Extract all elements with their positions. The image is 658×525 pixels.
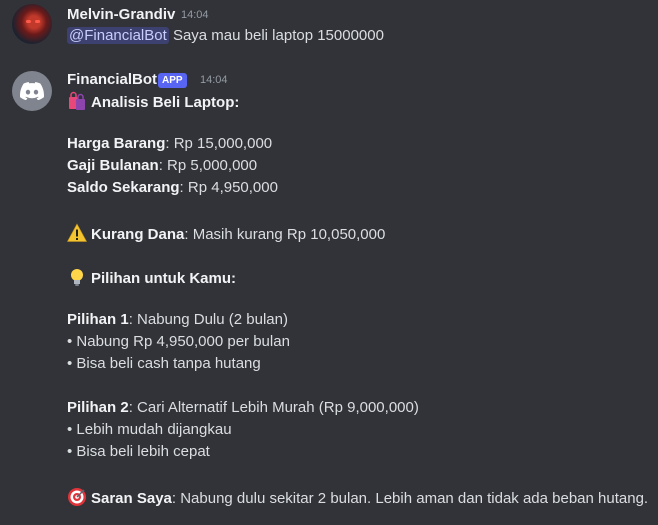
bot-message-timestamp: 14:04: [200, 74, 228, 86]
user-author-name[interactable]: Melvin-Grandiv: [67, 6, 175, 23]
light-bulb-icon: [71, 269, 83, 286]
pilihan-1-line: Pilihan 1: Nabung Dulu (2 bulan): [67, 311, 288, 328]
user-avatar[interactable]: [12, 4, 52, 44]
warning-icon: [67, 223, 87, 242]
gaji-line: Gaji Bulanan: Rp 5,000,000: [67, 157, 258, 174]
user-message-timestamp: 14:04: [181, 9, 209, 21]
analysis-title: Analisis Beli Laptop:: [67, 91, 239, 111]
harga-line: Harga Barang: Rp 15,000,000: [67, 135, 273, 152]
list-item: • Nabung Rp 4,950,000 per bulan: [67, 333, 290, 350]
list-item: • Lebih mudah dijangkau: [67, 421, 232, 438]
discord-logo-icon: [20, 82, 44, 100]
list-item: • Bisa beli lebih cepat: [67, 443, 210, 460]
bot-avatar[interactable]: [12, 71, 52, 111]
saran-line: Saran Saya: Nabung dulu sekitar 2 bulan.…: [67, 487, 648, 507]
target-icon: [68, 488, 86, 506]
pilihan-2-line: Pilihan 2: Cari Alternatif Lebih Murah (…: [67, 399, 419, 416]
kurang-dana-line: Kurang Dana: Masih kurang Rp 10,050,000: [67, 223, 385, 243]
bot-author-name[interactable]: FinancialBot: [67, 71, 157, 88]
app-badge: APP: [158, 73, 187, 88]
user-message-text: @FinancialBot Saya mau beli laptop 15000…: [67, 27, 384, 44]
saldo-line: Saldo Sekarang: Rp 4,950,000: [67, 179, 278, 196]
shopping-bags-icon: [69, 91, 85, 110]
pilihan-heading: Pilihan untuk Kamu:: [67, 267, 236, 287]
bot-mention[interactable]: @FinancialBot: [67, 27, 169, 44]
list-item: • Bisa beli cash tanpa hutang: [67, 355, 261, 372]
